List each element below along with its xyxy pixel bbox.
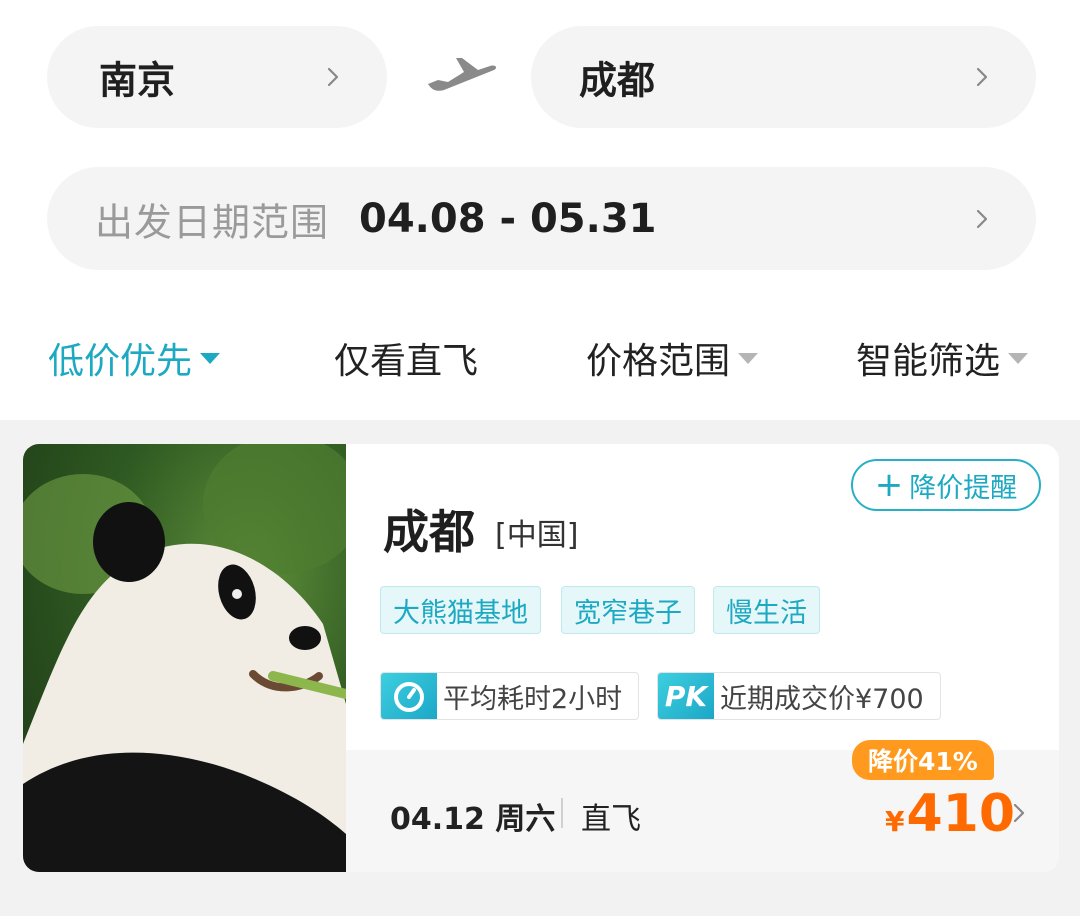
departure-date-range-selector[interactable]: 出发日期范围 04.08 - 05.31 <box>47 167 1036 270</box>
price-drop-alert-button[interactable]: + 降价提醒 <box>851 459 1041 511</box>
airplane-icon <box>428 58 497 91</box>
recent-price-info: PK 近期成交价¥700 <box>657 672 941 720</box>
plus-icon: + <box>874 465 904 505</box>
price: ¥ 410 <box>885 784 1015 844</box>
destination-country: [中国] <box>495 518 579 553</box>
filter-smart[interactable]: 智能筛选 <box>856 332 1029 384</box>
price-value: 410 <box>906 784 1016 844</box>
search-header: 南京 成都 出发日期范围 04.08 - 05.31 低价优先 仅看直飞 价格范… <box>0 0 1080 420</box>
arrival-city-selector[interactable]: 成都 <box>531 26 1036 128</box>
flight-type: 直飞 <box>581 802 641 837</box>
filter-label: 智能筛选 <box>856 341 1001 382</box>
dropdown-triangle-icon <box>200 352 221 364</box>
date-range-value: 04.08 - 05.31 <box>359 195 657 242</box>
filter-direct-only[interactable]: 仅看直飞 <box>334 332 478 384</box>
filter-bar: 低价优先 仅看直飞 价格范围 智能筛选 <box>0 320 1080 390</box>
destination-card[interactable]: + 降价提醒 成都 [中国] 大熊猫基地 宽窄巷子 慢生活 平均耗时2小时 PK… <box>23 444 1059 872</box>
chevron-right-icon[interactable] <box>1008 801 1030 825</box>
filter-price-range[interactable]: 价格范围 <box>586 332 759 384</box>
destination-tag: 宽窄巷子 <box>561 586 695 634</box>
filter-label: 仅看直飞 <box>334 341 479 382</box>
timer-icon <box>381 673 437 719</box>
date-range-label: 出发日期范围 <box>95 200 330 244</box>
price-currency: ¥ <box>885 805 905 838</box>
departure-city: 南京 <box>99 58 176 103</box>
average-time-text: 平均耗时2小时 <box>443 683 623 715</box>
discount-badge: 降价41% <box>852 740 994 780</box>
flight-date: 04.12 周六 <box>390 802 556 837</box>
divider <box>561 798 563 828</box>
arrival-city: 成都 <box>579 58 656 103</box>
average-time-info: 平均耗时2小时 <box>380 672 639 720</box>
chevron-right-icon <box>976 209 988 228</box>
destination-tag: 大熊猫基地 <box>380 586 541 634</box>
dropdown-triangle-icon <box>738 352 759 364</box>
recent-price-text: 近期成交价¥700 <box>720 683 924 715</box>
price-drop-alert-label: 降价提醒 <box>909 472 1018 504</box>
filter-label: 低价优先 <box>48 341 193 382</box>
dropdown-triangle-icon <box>1008 352 1029 364</box>
destination-name: 成都 <box>383 505 475 559</box>
panda-photo <box>23 444 346 872</box>
filter-low-price-first[interactable]: 低价优先 <box>48 332 221 384</box>
filter-label: 价格范围 <box>586 341 731 382</box>
pk-badge: PK <box>658 673 714 719</box>
chevron-right-icon <box>327 67 339 87</box>
departure-city-selector[interactable]: 南京 <box>47 26 387 128</box>
chevron-right-icon <box>976 67 988 87</box>
destination-tag: 慢生活 <box>713 586 820 634</box>
